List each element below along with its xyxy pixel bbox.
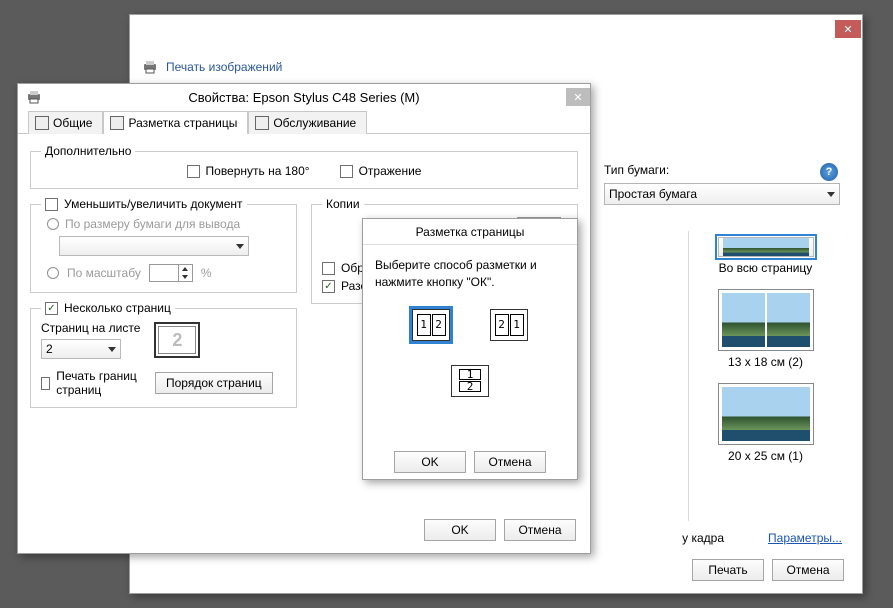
- outer-title: Печать изображений: [166, 60, 282, 74]
- thumb-caption: 20 x 25 см (1): [728, 449, 803, 463]
- outer-titlebar: ✕: [130, 15, 862, 43]
- mirror-checkbox[interactable]: Отражение: [340, 164, 422, 178]
- print-button[interactable]: Печать: [692, 559, 764, 581]
- props-footer: OK Отмена: [424, 519, 576, 541]
- right-panel: Тип бумаги: Простая бумага ? Во всю стра…: [604, 163, 852, 521]
- chevron-down-icon: [827, 192, 835, 197]
- parameters-link[interactable]: Параметры...: [768, 531, 842, 545]
- by-scale-radio: По масштабу %: [47, 264, 286, 282]
- tab-maintenance[interactable]: Обслуживание: [248, 111, 367, 134]
- crop-fragment: у кадра: [682, 531, 724, 545]
- props-titlebar: Свойства: Epson Stylus C48 Series (M) ✕: [18, 84, 590, 110]
- thumb-item[interactable]: 20 x 25 см (1): [689, 383, 842, 463]
- tab-label: Разметка страницы: [128, 116, 237, 130]
- scale-legend[interactable]: Уменьшить/увеличить документ: [41, 197, 247, 211]
- help-icon[interactable]: ?: [820, 163, 838, 181]
- thumb-frame: [718, 383, 814, 445]
- multipage-checkbox[interactable]: ✓Несколько страниц: [41, 301, 175, 315]
- tab-label: Обслуживание: [273, 116, 356, 130]
- thumb-caption: Во всю страницу: [719, 261, 813, 275]
- copies-legend: Копии: [322, 197, 364, 211]
- layout-options: 12 21 12: [375, 309, 565, 397]
- modal-titlebar: Разметка страницы: [363, 219, 577, 245]
- page-order-button[interactable]: Порядок страниц: [155, 372, 273, 394]
- thumb-frame: [718, 237, 814, 257]
- close-icon[interactable]: ✕: [835, 20, 861, 38]
- props-title: Свойства: Epson Stylus C48 Series (M): [42, 90, 566, 105]
- paper-type-select[interactable]: Простая бумага: [604, 183, 840, 205]
- tab-label: Общие: [53, 116, 92, 130]
- outer-footer-buttons: Печать Отмена: [692, 559, 844, 581]
- thumb-caption: 13 x 18 см (2): [728, 355, 803, 369]
- tab-icon: [255, 116, 269, 130]
- layout-thumbnail-list[interactable]: Во всю страницу 13 x 18 см (2) 20 x 25 с…: [688, 231, 842, 521]
- group-additional-legend: Дополнительно: [41, 144, 135, 158]
- rotate-label: Повернуть на 180°: [206, 164, 310, 178]
- tab-icon: [110, 116, 124, 130]
- modal-footer: OK Отмена: [363, 447, 577, 483]
- modal-message: Выберите способ разметки и нажмите кнопк…: [375, 257, 565, 291]
- output-paper-select: [59, 236, 249, 256]
- close-icon[interactable]: ✕: [566, 88, 590, 106]
- group-additional: Дополнительно Повернуть на 180° Отражени…: [30, 144, 578, 189]
- thumb-item[interactable]: Во всю страницу: [689, 237, 842, 275]
- pages-per-sheet-select[interactable]: 2: [41, 339, 121, 359]
- cancel-button[interactable]: Отмена: [504, 519, 576, 541]
- cancel-button[interactable]: Отмена: [474, 451, 546, 473]
- tab-page-layout[interactable]: Разметка страницы: [103, 111, 248, 134]
- printer-icon: [26, 89, 42, 105]
- scale-spinner: [149, 264, 193, 282]
- rotate-180-checkbox[interactable]: Повернуть на 180°: [187, 164, 310, 178]
- printer-icon: [142, 59, 158, 75]
- tab-general[interactable]: Общие: [28, 111, 103, 134]
- thumb-frame: [718, 289, 814, 351]
- paper-type-value: Простая бумага: [609, 187, 697, 201]
- modal-title: Разметка страницы: [416, 225, 525, 239]
- layout-option-12[interactable]: 12: [412, 309, 450, 341]
- tabs: Общие Разметка страницы Обслуживание: [18, 110, 590, 134]
- pages-per-sheet-label: Страниц на листе: [41, 321, 140, 335]
- ok-button[interactable]: OK: [394, 451, 466, 473]
- tab-icon: [35, 116, 49, 130]
- group-multipage: ✓Несколько страниц Страниц на листе 2 2 …: [30, 301, 297, 408]
- layout-option-12v[interactable]: 12: [451, 365, 489, 397]
- group-scale: Уменьшить/увеличить документ По размеру …: [30, 197, 297, 293]
- print-borders-checkbox[interactable]: Печать границ страниц: [41, 369, 141, 397]
- page-layout-dialog: Разметка страницы Выберите способ размет…: [362, 218, 578, 480]
- cancel-button[interactable]: Отмена: [772, 559, 844, 581]
- by-output-radio: По размеру бумаги для вывода: [47, 217, 286, 231]
- layout-option-21[interactable]: 21: [490, 309, 528, 341]
- outer-title-row: Печать изображений: [142, 53, 848, 85]
- footer-links: у кадра Параметры...: [682, 531, 842, 545]
- layout-preview-icon: 2: [154, 322, 200, 358]
- mirror-label: Отражение: [359, 164, 422, 178]
- paper-type-label: Тип бумаги:: [604, 163, 852, 177]
- ok-button[interactable]: OK: [424, 519, 496, 541]
- thumb-item[interactable]: 13 x 18 см (2): [689, 289, 842, 369]
